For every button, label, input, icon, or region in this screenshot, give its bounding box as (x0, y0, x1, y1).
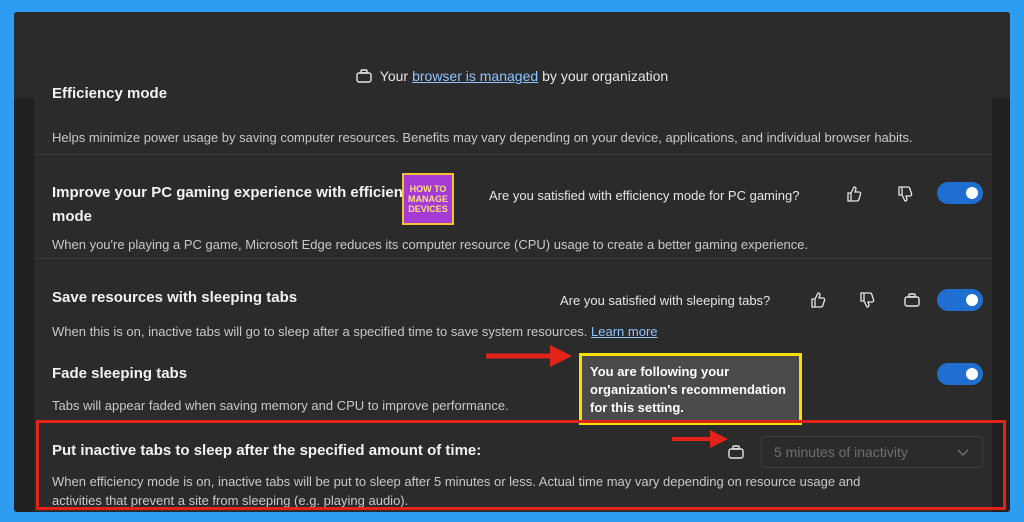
banner-suffix: by your organization (542, 68, 669, 84)
thumbs-down-icon[interactable] (897, 185, 913, 203)
annotation-arrow-icon (486, 345, 572, 367)
sleeping-title: Save resources with sleeping tabs (52, 289, 298, 306)
howto-manage-devices-logo: HOW TO MANAGE DEVICES (402, 173, 454, 225)
thumbs-up-icon[interactable] (846, 185, 862, 203)
logo-line1: HOW TO (409, 184, 447, 194)
setting-efficiency-mode: Efficiency mode Helps minimize power usa… (34, 85, 992, 155)
fade-description: Tabs will appear faded when saving memor… (52, 398, 509, 413)
gaming-title-line2: mode (52, 208, 93, 225)
gaming-title-line1: Improve your PC gaming experience with e… (52, 184, 420, 201)
logo-line3: DEVICES (408, 204, 448, 214)
top-bar (14, 12, 1010, 54)
setting-sleeping-tabs: Save resources with sleeping tabs Are yo… (34, 259, 992, 349)
briefcase-icon (904, 293, 920, 307)
tooltip-line3: for this setting. (590, 400, 684, 415)
browser-managed-link[interactable]: browser is managed (412, 68, 538, 84)
gaming-description: When you're playing a PC game, Microsoft… (52, 237, 809, 252)
briefcase-icon (356, 69, 372, 83)
fade-title: Fade sleeping tabs (52, 365, 188, 382)
efficiency-description: Helps minimize power usage by saving com… (52, 130, 913, 145)
tooltip-line1: You are following your (590, 364, 730, 379)
fade-toggle[interactable] (937, 363, 983, 385)
banner-prefix: Your (379, 68, 409, 84)
tooltip-line2: organization's recommendation (590, 382, 786, 397)
organization-recommendation-tooltip: You are following your organization's re… (579, 353, 802, 425)
gaming-toggle[interactable] (937, 182, 983, 204)
thumbs-up-icon[interactable] (810, 291, 826, 309)
efficiency-title: Efficiency mode (52, 85, 168, 102)
gaming-title: Improve your PC gaming experience with e… (52, 181, 420, 229)
sleeping-description: When this is on, inactive tabs will go t… (52, 322, 658, 341)
sleeping-feedback-question: Are you satisfied with sleeping tabs? (560, 293, 771, 308)
thumbs-down-icon[interactable] (859, 291, 875, 309)
gaming-feedback-question: Are you satisfied with efficiency mode f… (489, 188, 800, 203)
sleeping-description-text: When this is on, inactive tabs will go t… (52, 324, 588, 339)
browser-window: Your browser is managed by your organiza… (14, 12, 1010, 512)
sleeping-toggle[interactable] (937, 289, 983, 311)
setting-pc-gaming: Improve your PC gaming experience with e… (34, 155, 992, 259)
annotation-highlight-box (36, 420, 1006, 510)
logo-line2: MANAGE (408, 194, 448, 204)
learn-more-link[interactable]: Learn more (591, 324, 657, 339)
